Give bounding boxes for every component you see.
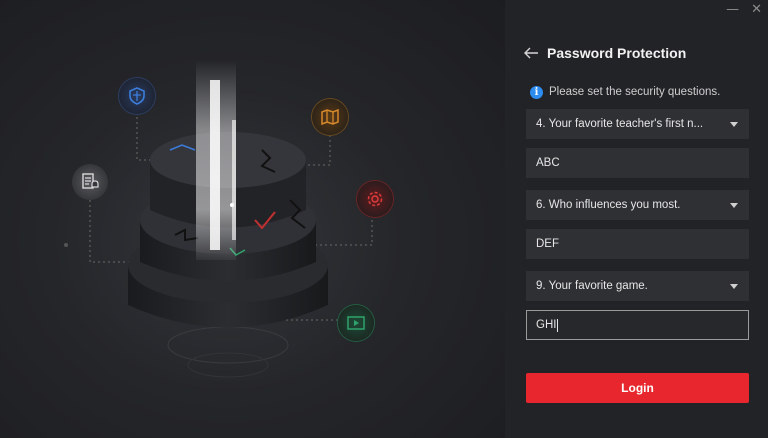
selected-question-3: 9. Your favorite game. bbox=[536, 280, 648, 292]
illustration-panel bbox=[0, 0, 505, 438]
page-title: Password Protection bbox=[547, 45, 687, 61]
answer-1-value: ABC bbox=[536, 157, 560, 169]
window-controls: — ✕ bbox=[726, 2, 762, 17]
security-cylinder-illustration bbox=[64, 60, 373, 378]
security-hint: i Please set the security questions. bbox=[530, 84, 720, 100]
answer-2-input[interactable]: DEF bbox=[526, 229, 749, 259]
map-icon bbox=[312, 99, 348, 135]
chevron-down-icon bbox=[730, 283, 738, 289]
video-icon bbox=[338, 305, 374, 341]
security-question-3-select[interactable]: 9. Your favorite game. bbox=[526, 271, 749, 301]
gear-icon bbox=[357, 181, 393, 217]
answer-1-input[interactable]: ABC bbox=[526, 148, 749, 178]
minimize-button[interactable]: — bbox=[726, 2, 739, 17]
answer-3-input[interactable]: GHI bbox=[526, 310, 749, 340]
chevron-down-icon bbox=[730, 121, 738, 127]
security-question-2-select[interactable]: 6. Who influences you most. bbox=[526, 190, 749, 220]
selected-question-1: 4. Your favorite teacher's first n... bbox=[536, 118, 704, 130]
security-question-1-select[interactable]: 4. Your favorite teacher's first n... bbox=[526, 109, 749, 139]
password-protection-panel: — ✕ Password Protection i Please set the… bbox=[505, 0, 768, 438]
info-icon: i bbox=[530, 85, 543, 99]
answer-2-value: DEF bbox=[536, 238, 559, 250]
page-header: Password Protection bbox=[523, 43, 686, 63]
arrow-left-icon[interactable] bbox=[523, 46, 539, 60]
close-button[interactable]: ✕ bbox=[751, 2, 762, 17]
text-cursor bbox=[557, 318, 559, 332]
login-button[interactable]: Login bbox=[526, 373, 749, 403]
shield-icon bbox=[119, 78, 155, 114]
chevron-down-icon bbox=[730, 202, 738, 208]
document-bell-icon bbox=[72, 164, 108, 200]
hint-text: Please set the security questions. bbox=[549, 86, 721, 98]
answer-3-value: GHI bbox=[536, 319, 557, 331]
selected-question-2: 6. Who influences you most. bbox=[536, 199, 681, 211]
